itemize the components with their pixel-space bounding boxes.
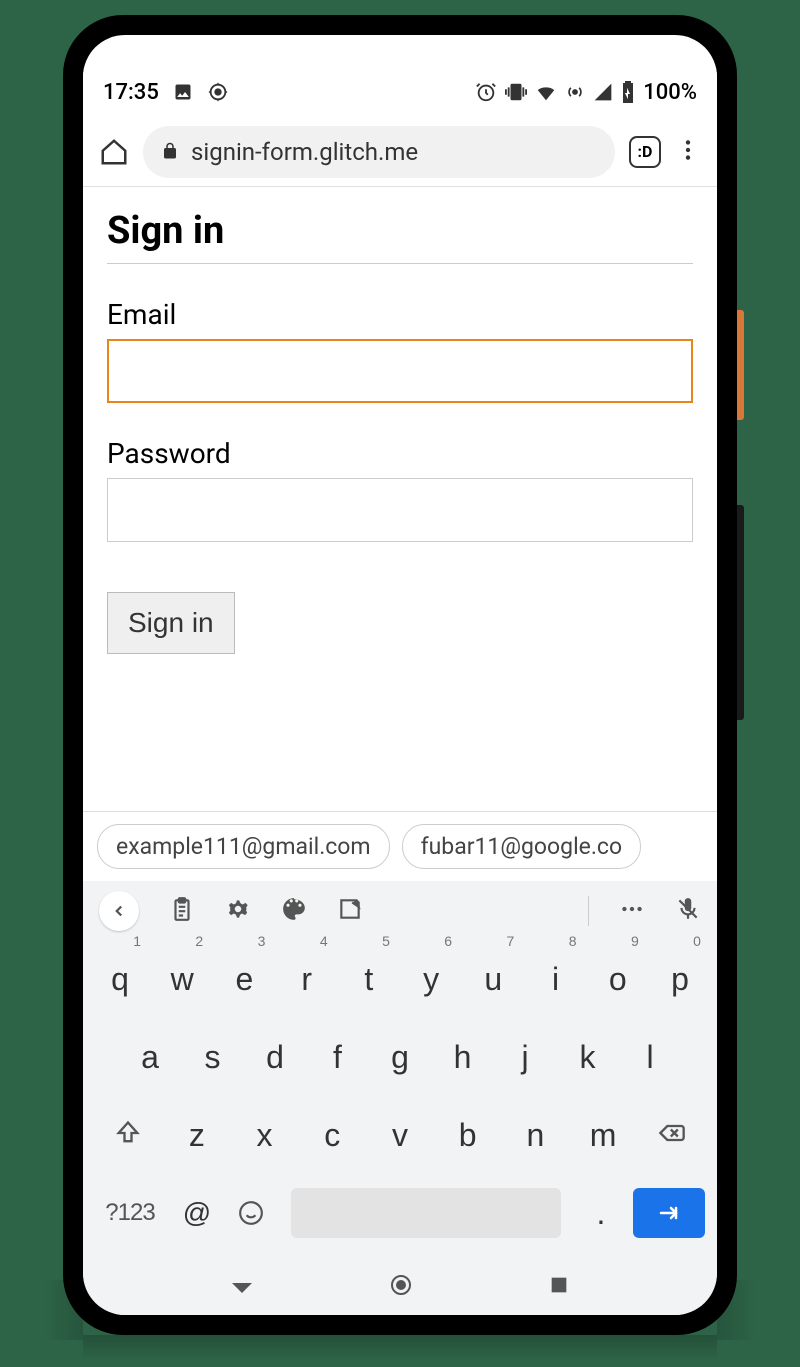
keyboard-back-button[interactable] xyxy=(99,891,139,931)
keyboard-toolbar xyxy=(83,881,717,941)
backspace-key[interactable] xyxy=(637,1103,707,1163)
alarm-icon xyxy=(475,81,497,103)
tabs-count: :D xyxy=(638,142,653,161)
signin-button[interactable]: Sign in xyxy=(107,592,235,654)
key-o[interactable]: 9o xyxy=(591,947,645,1011)
key-u[interactable]: 7u xyxy=(466,947,520,1011)
key-a[interactable]: a xyxy=(123,1025,177,1089)
period-key[interactable]: . xyxy=(579,1181,623,1245)
key-b[interactable]: b xyxy=(441,1103,495,1167)
sticker-icon[interactable] xyxy=(337,896,363,926)
nav-home-icon[interactable] xyxy=(389,1273,413,1301)
key-q[interactable]: 1q xyxy=(93,947,147,1011)
phone-frame: 17:35 xyxy=(63,15,737,1335)
key-p[interactable]: 0p xyxy=(653,947,707,1011)
key-h[interactable]: h xyxy=(436,1025,490,1089)
at-key[interactable]: @ xyxy=(175,1181,219,1245)
browser-toolbar: signin-form.glitch.me :D xyxy=(83,117,717,187)
android-nav-bar xyxy=(83,1259,717,1315)
symbols-key[interactable]: ?123 xyxy=(95,1181,165,1245)
key-v[interactable]: v xyxy=(373,1103,427,1167)
key-g[interactable]: g xyxy=(373,1025,427,1089)
enter-key[interactable] xyxy=(633,1188,705,1238)
key-c[interactable]: c xyxy=(305,1103,359,1167)
space-key[interactable] xyxy=(291,1188,561,1238)
battery-percent: 100% xyxy=(643,80,697,105)
lock-icon xyxy=(161,138,179,166)
image-icon xyxy=(173,82,193,102)
key-n[interactable]: n xyxy=(508,1103,562,1167)
keyboard: 1q2w3e4r5t6y7u8i9o0p asdfghjkl zxcvbnm ?… xyxy=(83,941,717,1259)
mic-off-icon[interactable] xyxy=(675,896,701,926)
clipboard-icon[interactable] xyxy=(169,896,195,926)
key-f[interactable]: f xyxy=(311,1025,365,1089)
nav-recent-icon[interactable] xyxy=(548,1274,570,1300)
key-j[interactable]: j xyxy=(498,1025,552,1089)
status-time: 17:35 xyxy=(103,80,159,105)
key-z[interactable]: z xyxy=(170,1103,224,1167)
wifi-icon xyxy=(535,81,557,103)
volume-button xyxy=(737,505,744,720)
shift-key[interactable] xyxy=(93,1103,163,1163)
key-k[interactable]: k xyxy=(561,1025,615,1089)
email-label: Email xyxy=(107,298,693,331)
battery-icon xyxy=(621,81,635,103)
key-r[interactable]: 4r xyxy=(280,947,334,1011)
tabs-button[interactable]: :D xyxy=(629,136,661,168)
emoji-key[interactable] xyxy=(229,1181,273,1245)
suggestion-1[interactable]: example111@gmail.com xyxy=(97,824,390,869)
gear-icon[interactable] xyxy=(225,896,251,926)
key-e[interactable]: 3e xyxy=(217,947,271,1011)
home-icon[interactable] xyxy=(99,137,129,167)
nav-back-icon[interactable] xyxy=(230,1273,254,1301)
signal-icon xyxy=(593,82,613,102)
password-label: Password xyxy=(107,437,693,470)
url-text: signin-form.glitch.me xyxy=(191,138,418,166)
vibrate-icon xyxy=(505,81,527,103)
key-t[interactable]: 5t xyxy=(342,947,396,1011)
password-input[interactable] xyxy=(107,478,693,542)
page-title: Sign in xyxy=(107,209,693,264)
status-bar: 17:35 xyxy=(83,67,717,117)
key-i[interactable]: 8i xyxy=(529,947,583,1011)
hotspot-status-icon xyxy=(565,82,585,102)
hotspot-icon xyxy=(207,81,229,103)
autofill-suggestions: example111@gmail.com fubar11@google.co xyxy=(83,811,717,881)
key-y[interactable]: 6y xyxy=(404,947,458,1011)
key-w[interactable]: 2w xyxy=(155,947,209,1011)
more-icon[interactable] xyxy=(619,896,645,926)
screen: 17:35 xyxy=(83,35,717,1315)
power-button xyxy=(737,310,744,420)
suggestion-2[interactable]: fubar11@google.co xyxy=(402,824,641,869)
key-d[interactable]: d xyxy=(248,1025,302,1089)
key-l[interactable]: l xyxy=(623,1025,677,1089)
page-content: Sign in Email Password Sign in xyxy=(83,187,717,811)
palette-icon[interactable] xyxy=(281,896,307,926)
key-m[interactable]: m xyxy=(576,1103,630,1167)
url-bar[interactable]: signin-form.glitch.me xyxy=(143,126,615,178)
key-s[interactable]: s xyxy=(186,1025,240,1089)
email-input[interactable] xyxy=(107,339,693,403)
menu-icon[interactable] xyxy=(675,137,701,167)
key-x[interactable]: x xyxy=(238,1103,292,1167)
